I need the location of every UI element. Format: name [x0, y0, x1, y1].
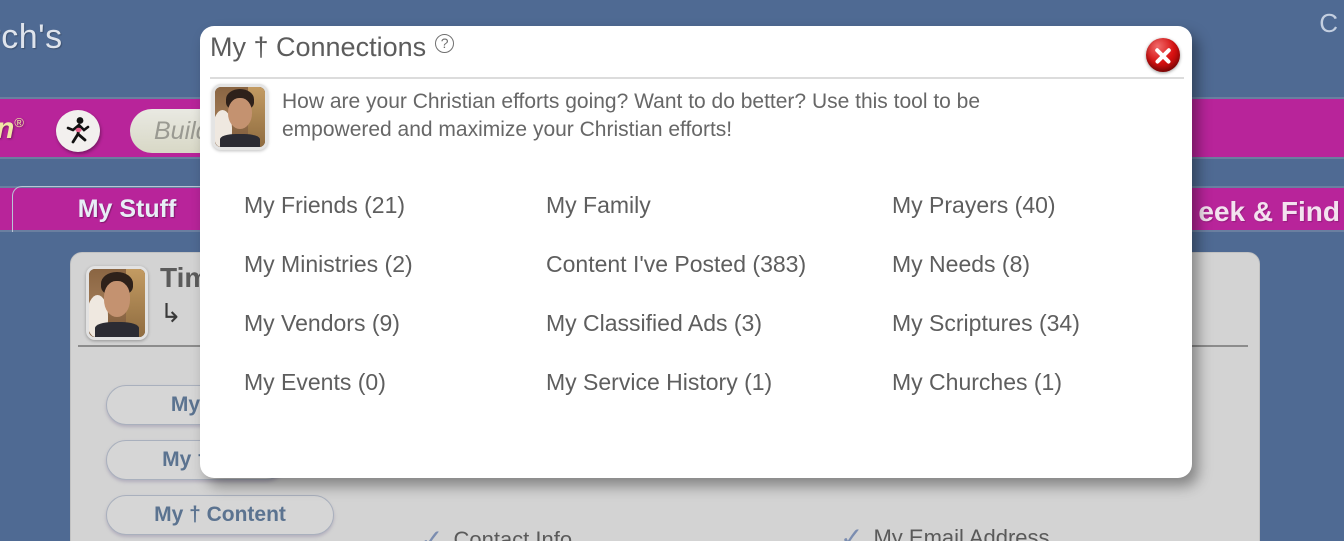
profile-photo-image	[89, 269, 145, 337]
dialog-title-row: My † Connections?	[200, 26, 1192, 79]
check-icon: ✓	[420, 524, 444, 541]
side-button-my-content[interactable]: My † Content	[106, 495, 334, 535]
link-my-churches[interactable]: My Churches (1)	[892, 369, 1062, 396]
checklist-item-label: My Email Address	[873, 524, 1050, 541]
registered-mark: ®	[14, 115, 24, 130]
dialog-intro: How are your Christian efforts going? Wa…	[200, 76, 1192, 150]
dialog-avatar	[212, 84, 268, 150]
checklist-item-contact-info[interactable]: ✓ Contact Info	[420, 523, 572, 541]
dialog-avatar-image	[215, 87, 265, 147]
check-icon: ✓	[840, 522, 864, 541]
return-arrow-icon: ↳	[160, 298, 182, 328]
profile-avatar[interactable]	[86, 266, 148, 340]
link-my-prayers[interactable]: My Prayers (40)	[892, 192, 1056, 219]
church-heading: urch's	[0, 18, 63, 56]
link-my-vendors[interactable]: My Vendors (9)	[244, 310, 400, 337]
close-icon[interactable]	[1146, 38, 1180, 72]
checklist-item-my-email-address[interactable]: ✓ My Email Address	[840, 521, 1050, 541]
dialog-title: My † Connections	[210, 32, 427, 62]
seek-and-find-tab[interactable]: eek & Find	[1188, 190, 1344, 234]
running-person-icon[interactable]	[56, 110, 100, 152]
link-my-ministries[interactable]: My Ministries (2)	[244, 251, 413, 278]
link-my-classified-ads[interactable]: My Classified Ads (3)	[546, 310, 762, 337]
link-my-service-history[interactable]: My Service History (1)	[546, 369, 772, 396]
checklist-item-label: Contact Info	[453, 526, 573, 541]
link-my-friends[interactable]: My Friends (21)	[244, 192, 405, 219]
site-logo-text: n	[0, 112, 14, 145]
link-my-needs[interactable]: My Needs (8)	[892, 251, 1030, 278]
link-my-family[interactable]: My Family	[546, 192, 651, 219]
dialog-title-divider	[210, 77, 1184, 79]
dialog-intro-text: How are your Christian efforts going? Wa…	[282, 90, 981, 141]
site-logo[interactable]: n®	[0, 112, 24, 146]
help-icon[interactable]: ?	[435, 33, 455, 53]
top-right-text: C	[1319, 8, 1338, 38]
app-window: urch's C n® Build eek & Find My Stuff Ti…	[0, 0, 1344, 541]
link-my-scriptures[interactable]: My Scriptures (34)	[892, 310, 1080, 337]
link-my-events[interactable]: My Events (0)	[244, 369, 386, 396]
link-content-ive-posted[interactable]: Content I've Posted (383)	[546, 251, 806, 278]
connections-links-grid: My Friends (21) My Family My Prayers (40…	[200, 150, 1192, 396]
my-connections-dialog: My † Connections? How are your Christian…	[200, 26, 1192, 478]
